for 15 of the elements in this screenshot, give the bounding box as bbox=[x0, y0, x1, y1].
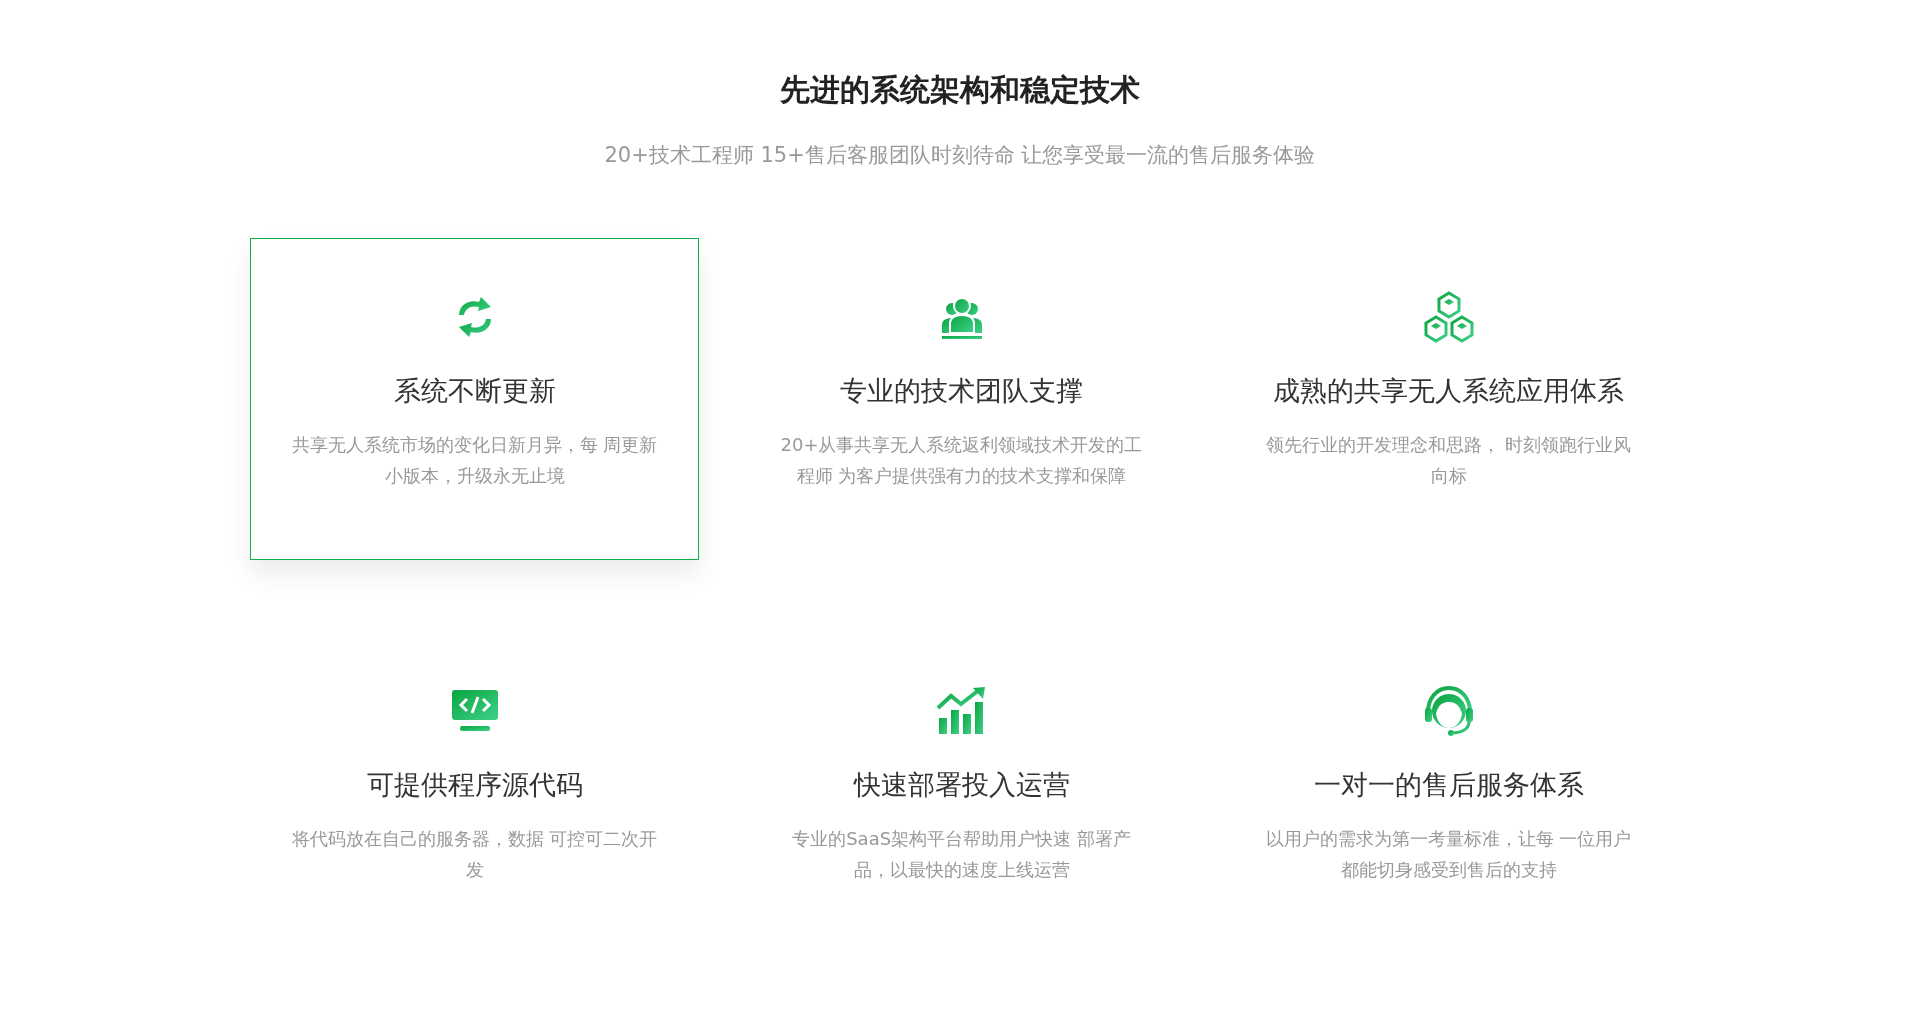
section-title: 先进的系统架构和稳定技术 bbox=[779, 71, 1141, 109]
feature-description: 将代码放在自己的服务器，数据 可控可二次开发 bbox=[290, 827, 659, 882]
feature-description: 20+从事共享无人系统返利领域技术开发的工程师 为客户提供强有力的技术支撑和保障 bbox=[779, 433, 1144, 488]
feature-title: 系统不断更新 bbox=[392, 374, 557, 408]
section-subtitle: 20+技术工程师 15+售后客服团队时刻待命 让您享受最一流的售后服务体验 bbox=[603, 142, 1317, 169]
feature-title: 可提供程序源代码 bbox=[365, 768, 584, 802]
feature-title: 一对一的售后服务体系 bbox=[1312, 768, 1585, 802]
feature-description: 专业的SaaS架构平台帮助用户快速 部署产品，以最快的速度上线运营 bbox=[791, 827, 1132, 882]
feature-title: 成熟的共享无人系统应用体系 bbox=[1272, 374, 1625, 408]
feature-title: 专业的技术团队支撑 bbox=[839, 374, 1084, 408]
feature-description: 以用户的需求为第一考量标准，让每 一位用户都能切身感受到售后的支持 bbox=[1264, 827, 1633, 882]
feature-description: 领先行业的开发理念和思路， 时刻领跑行业风向标 bbox=[1264, 433, 1633, 488]
code-monitor-icon bbox=[449, 688, 500, 734]
feature-description: 共享无人系统市场的变化日新月异，每 周更新小版本，升级永无止境 bbox=[290, 433, 659, 488]
feature-title: 快速部署投入运营 bbox=[852, 768, 1071, 802]
